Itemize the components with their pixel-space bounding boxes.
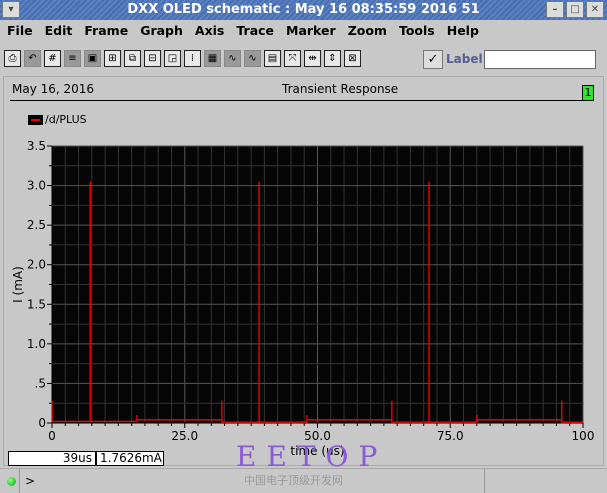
y-tick-label: 3.5 <box>27 139 46 153</box>
transient-chart[interactable]: 0 25.0 50.0 75.0 1000.51.01.52.02.53.03.5tim… <box>0 0 607 470</box>
y-tick-label: 1.0 <box>27 337 46 351</box>
y-tick-label: 3.0 <box>27 179 46 193</box>
x-tick-label: 100 <box>572 429 595 443</box>
watermark-subtitle: 中国电子顶级开发网 <box>244 474 343 487</box>
y-tick-label: 1.5 <box>27 297 46 311</box>
cursor-time: 39us <box>8 451 96 466</box>
y-tick-label: 2.5 <box>27 218 46 232</box>
x-tick-label: 25.0 <box>171 429 198 443</box>
command-prompt[interactable]: > <box>25 474 35 488</box>
y-tick-label: .5 <box>35 376 46 390</box>
y-tick-label: 0 <box>38 416 46 430</box>
status-led-icon <box>7 477 16 486</box>
x-tick-label: 75.0 <box>437 429 464 443</box>
cursor-value: 1.7626mA <box>96 451 164 466</box>
cursor-readout: 39us 1.7626mA <box>8 451 164 466</box>
x-tick-label: 0 <box>48 429 56 443</box>
y-axis-label: I (mA) <box>11 266 25 303</box>
y-tick-label: 2.0 <box>27 258 46 272</box>
